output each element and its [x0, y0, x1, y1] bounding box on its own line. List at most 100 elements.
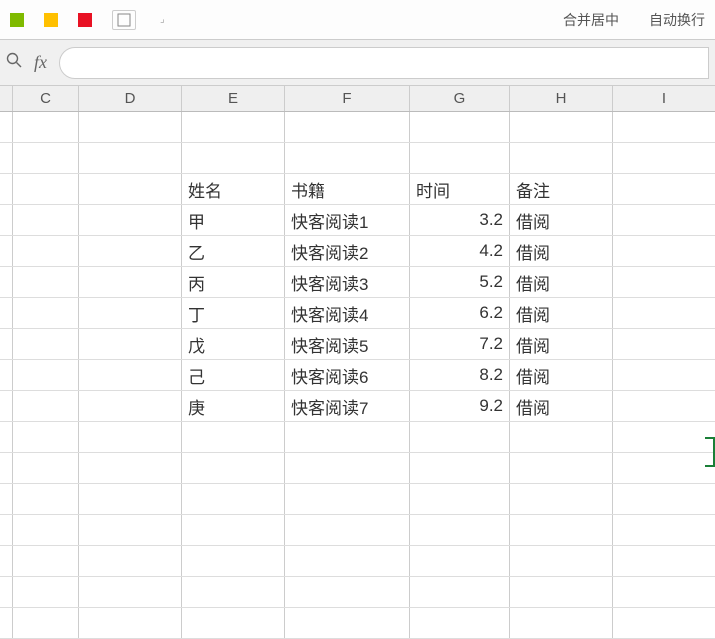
- cell[interactable]: [410, 453, 510, 483]
- cell[interactable]: [13, 236, 79, 266]
- cell[interactable]: [613, 453, 715, 483]
- cell[interactable]: [410, 112, 510, 142]
- cell-note[interactable]: 借阅: [510, 267, 613, 297]
- cell[interactable]: [510, 143, 613, 173]
- col-header-c[interactable]: C: [13, 86, 79, 111]
- cell-note[interactable]: 借阅: [510, 298, 613, 328]
- cell[interactable]: [13, 112, 79, 142]
- cell[interactable]: [613, 546, 715, 576]
- col-header-f[interactable]: F: [285, 86, 410, 111]
- cell[interactable]: [13, 515, 79, 545]
- cell-header-time[interactable]: 时间: [410, 174, 510, 204]
- cell[interactable]: [79, 236, 182, 266]
- cell[interactable]: [510, 577, 613, 607]
- cell[interactable]: [285, 422, 410, 452]
- cell[interactable]: [13, 267, 79, 297]
- cell[interactable]: [182, 608, 285, 638]
- cell-book[interactable]: 快客阅读4: [285, 298, 410, 328]
- cell[interactable]: [613, 267, 715, 297]
- cell[interactable]: [182, 422, 285, 452]
- cell-header-book[interactable]: 书籍: [285, 174, 410, 204]
- cell[interactable]: [182, 112, 285, 142]
- cell[interactable]: [510, 484, 613, 514]
- cell[interactable]: [182, 143, 285, 173]
- cell-book[interactable]: 快客阅读1: [285, 205, 410, 235]
- cell-name[interactable]: 丁: [182, 298, 285, 328]
- cell[interactable]: [13, 577, 79, 607]
- col-header-stub[interactable]: [0, 86, 13, 111]
- fx-icon[interactable]: fx: [34, 52, 47, 73]
- cell[interactable]: [510, 112, 613, 142]
- cell[interactable]: [79, 608, 182, 638]
- cell[interactable]: [13, 422, 79, 452]
- cell-note[interactable]: 借阅: [510, 329, 613, 359]
- cell[interactable]: [410, 546, 510, 576]
- cell[interactable]: [613, 422, 715, 452]
- cell[interactable]: [613, 236, 715, 266]
- cell-name[interactable]: 戊: [182, 329, 285, 359]
- cell[interactable]: [285, 453, 410, 483]
- zoom-icon[interactable]: [6, 52, 22, 73]
- cell[interactable]: [410, 577, 510, 607]
- cell-note[interactable]: 借阅: [510, 391, 613, 421]
- cell[interactable]: [285, 577, 410, 607]
- cell[interactable]: [79, 484, 182, 514]
- cell[interactable]: [510, 546, 613, 576]
- cell-book[interactable]: 快客阅读5: [285, 329, 410, 359]
- cell-book[interactable]: 快客阅读3: [285, 267, 410, 297]
- cell[interactable]: [79, 205, 182, 235]
- cell[interactable]: [613, 484, 715, 514]
- cell-header-name[interactable]: 姓名: [182, 174, 285, 204]
- cell-book[interactable]: 快客阅读2: [285, 236, 410, 266]
- cell[interactable]: [613, 205, 715, 235]
- cell[interactable]: [410, 422, 510, 452]
- cell[interactable]: [613, 391, 715, 421]
- col-header-h[interactable]: H: [510, 86, 613, 111]
- cell[interactable]: [510, 422, 613, 452]
- col-header-i[interactable]: I: [613, 86, 715, 111]
- cell[interactable]: [79, 112, 182, 142]
- cell[interactable]: [285, 143, 410, 173]
- cell[interactable]: [410, 143, 510, 173]
- cell[interactable]: [613, 298, 715, 328]
- cell[interactable]: [285, 112, 410, 142]
- cell[interactable]: [285, 484, 410, 514]
- cell[interactable]: [13, 205, 79, 235]
- cell[interactable]: [182, 453, 285, 483]
- cell[interactable]: [13, 298, 79, 328]
- cell[interactable]: [79, 174, 182, 204]
- cell[interactable]: [13, 608, 79, 638]
- cell[interactable]: [13, 360, 79, 390]
- cell[interactable]: [79, 329, 182, 359]
- dialog-launcher-icon[interactable]: ⌟: [160, 14, 165, 25]
- cell[interactable]: [13, 546, 79, 576]
- cell[interactable]: [613, 360, 715, 390]
- col-header-d[interactable]: D: [79, 86, 182, 111]
- cell[interactable]: [285, 608, 410, 638]
- cell-name[interactable]: 己: [182, 360, 285, 390]
- cell[interactable]: [410, 515, 510, 545]
- cell[interactable]: [13, 143, 79, 173]
- cell[interactable]: [79, 360, 182, 390]
- cell-time[interactable]: 9.2: [410, 391, 510, 421]
- cell[interactable]: [285, 546, 410, 576]
- cell[interactable]: [79, 267, 182, 297]
- cell[interactable]: [79, 298, 182, 328]
- cell-note[interactable]: 借阅: [510, 236, 613, 266]
- cell[interactable]: [79, 546, 182, 576]
- highlight-color-swatch[interactable]: [44, 13, 58, 27]
- cell[interactable]: [510, 515, 613, 545]
- merge-center-button[interactable]: 合并居中: [563, 10, 619, 30]
- cell-time[interactable]: 3.2: [410, 205, 510, 235]
- cell[interactable]: [79, 577, 182, 607]
- cell[interactable]: [613, 174, 715, 204]
- cell[interactable]: [613, 577, 715, 607]
- cell[interactable]: [79, 143, 182, 173]
- cell-time[interactable]: 5.2: [410, 267, 510, 297]
- cell[interactable]: [79, 515, 182, 545]
- font-color-swatch[interactable]: [78, 13, 92, 27]
- wrap-text-button[interactable]: 自动换行: [649, 10, 705, 30]
- cell[interactable]: [79, 391, 182, 421]
- cell[interactable]: [613, 329, 715, 359]
- cell-time[interactable]: 4.2: [410, 236, 510, 266]
